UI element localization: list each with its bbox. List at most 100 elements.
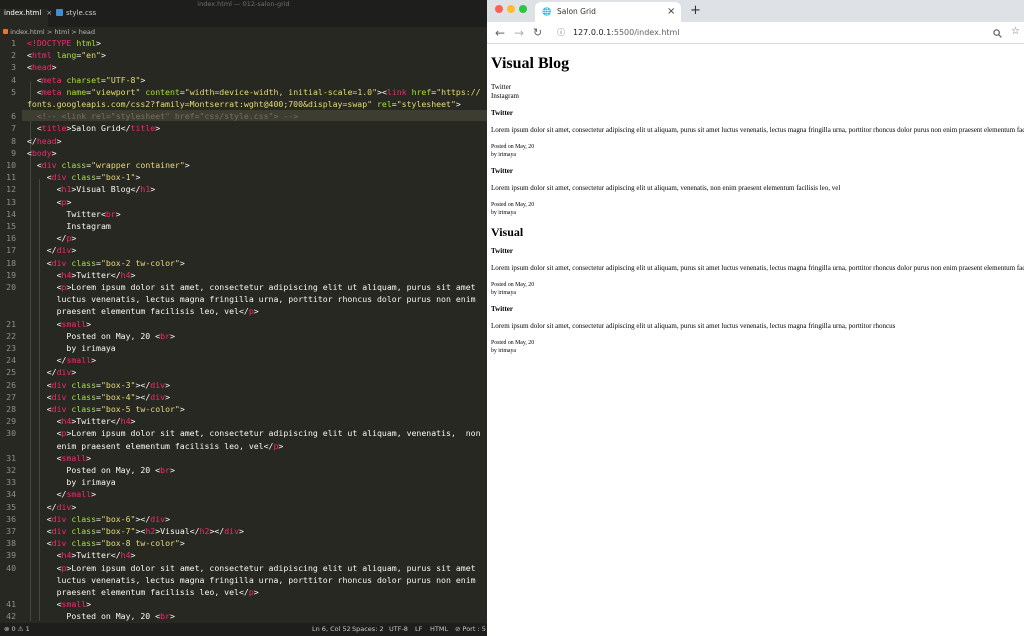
code-line[interactable]: enim praesent elementum facilisis leo, v… [27,441,284,451]
code-line[interactable]: <small> [27,453,92,463]
close-icon[interactable]: × [667,2,675,21]
code-line[interactable]: <html lang="en"> [27,50,106,60]
line-number: 11 [6,172,16,183]
code-line[interactable]: Posted on May, 20 <br> [27,331,174,341]
new-tab-button[interactable]: + [690,3,701,19]
code-line[interactable]: <!DOCTYPE html> [27,38,101,48]
code-line[interactable]: <h4>Twitter</h4> [27,416,136,426]
tab-style-css[interactable]: style.css [52,9,112,27]
social-links: Twitter Instagram [491,83,1024,101]
code-line[interactable]: <!-- <link rel="stylesheet" href="css/st… [27,111,298,121]
line-ending[interactable]: LF [415,623,422,636]
code-line[interactable]: <p>Lorem ipsum dolor sit amet, consectet… [27,282,476,292]
code-line[interactable]: by irimaya [27,343,115,353]
cursor-position[interactable]: Ln 6, Col 52 [312,623,351,636]
code-line[interactable]: by irimaya [27,477,115,487]
code-line[interactable]: <small> [27,599,92,609]
info-icon[interactable]: ⓘ [557,25,565,41]
post-meta: Posted on May, 20 by irimaya [491,281,1024,297]
code-line[interactable]: praesent elementum facilisis leo, vel</p… [27,587,259,597]
code-line[interactable]: <div class="wrapper container"> [27,160,190,170]
breadcrumb-file[interactable]: index.html [10,28,45,36]
maximize-window-button[interactable] [519,5,527,13]
breadcrumb-html[interactable]: html [54,28,69,36]
line-number: 7 [11,123,16,134]
code-line[interactable]: </div> [27,367,77,377]
code-line[interactable]: <div class="box-3"></div> [27,380,170,390]
line-number: 36 [6,513,16,524]
post-heading: Twitter [491,167,514,175]
code-line[interactable]: </p> [27,233,77,243]
browser-tab-strip: 🌐 Salon Grid × + [487,0,1024,22]
code-line[interactable]: <p>Lorem ipsum dolor sit amet, consectet… [27,428,481,438]
code-line[interactable]: <meta name="viewport" content="width=dev… [27,87,481,97]
code-line[interactable]: <div class="box-1"> [27,172,141,182]
code-line[interactable]: <h4>Twitter</h4> [27,270,136,280]
post-heading: Twitter [491,247,514,255]
line-number: 21 [6,318,16,329]
reload-icon[interactable]: ↻ [533,25,542,41]
code-line[interactable]: <div class="box-2 tw-color"> [27,258,185,268]
forward-icon[interactable]: → [514,25,524,41]
code-area[interactable]: 1 <!DOCTYPE html> 2 <html lang="en"> 3 <head>… [0,37,487,622]
back-icon[interactable]: ← [495,25,505,41]
problems-indicator[interactable]: ⊗ 0 ⚠ 1 [4,623,30,636]
code-line[interactable]: luctus venenatis, lectus magna fringilla… [27,575,476,585]
code-line[interactable]: </head> [27,136,62,146]
bookmark-star-icon[interactable]: ☆ [1011,24,1020,40]
web-page: Visual Blog Twitter Instagram Twitter Lore… [491,44,1024,355]
code-line[interactable]: <h1>Visual Blog</h1> [27,184,156,194]
tab-label: style.css [66,9,97,17]
window-title: index.html — 012-salon-grid [0,0,487,9]
code-line[interactable]: <title>Salon Grid</title> [27,123,160,133]
social-instagram: Instagram [491,92,519,100]
code-line[interactable]: <div class="box-8 tw-color"> [27,538,185,548]
toolbar: ← → ↻ ⓘ 127.0.0.1:5500/index.html ☆ [487,22,1024,44]
code-line[interactable]: <head> [27,62,57,72]
post-body: Lorem ipsum dolor sit amet, consectetur … [491,184,841,192]
line-number: 9 [11,147,16,158]
minimize-window-button[interactable] [507,5,515,13]
code-line[interactable]: Posted on May, 20 <br> [27,465,174,475]
post-meta: Posted on May, 20 by irimaya [491,201,1024,217]
indentation[interactable]: Spaces: 2 [352,623,384,636]
line-number: 2 [11,50,16,61]
code-line[interactable]: <small> [27,319,92,329]
code-line[interactable]: praesent elementum facilisis leo, vel</p… [27,306,259,316]
code-line[interactable]: <h4>Twitter</h4> [27,550,136,560]
line-number: 37 [6,526,16,536]
code-line[interactable]: Twitter<br> [27,209,120,219]
live-server-port[interactable]: ⊘ Port : 5 [455,623,486,636]
address-bar[interactable]: ⓘ 127.0.0.1:5500/index.html ☆ [553,25,1020,41]
code-line[interactable]: <div class="box-6"></div> [27,514,170,524]
code-line[interactable]: <p> [27,197,72,207]
encoding[interactable]: UTF-8 [389,623,408,636]
line-number: 1 [11,38,16,48]
code-line[interactable]: <div class="box-5 tw-color"> [27,404,185,414]
code-line[interactable]: luctus venenatis, lectus magna fringilla… [27,294,476,304]
code-line[interactable]: <div class="box-7"><h2>Visual</h2></div> [27,526,244,536]
post-author: by irimaya [491,290,516,296]
code-line[interactable]: </div> [27,245,77,255]
code-line[interactable]: Instagram [27,221,110,231]
search-icon[interactable] [993,29,1002,38]
tab-index-html[interactable]: index.html × [0,9,52,27]
code-line[interactable]: </small> [27,489,96,499]
code-line[interactable]: Posted on May, 20 <br> [27,611,174,621]
close-window-button[interactable] [495,5,503,13]
code-line[interactable]: <p>Lorem ipsum dolor sit amet, consectet… [27,563,476,573]
browser-tab[interactable]: 🌐 Salon Grid × [535,2,681,22]
css-file-icon [56,9,63,16]
code-line[interactable]: <body> [27,148,57,158]
post-heading: Twitter [491,305,514,313]
breadcrumb-head[interactable]: head [79,28,95,36]
line-number: 19 [6,269,16,280]
code-line[interactable]: </div> [27,502,77,512]
code-line[interactable]: <div class="box-4"></div> [27,392,170,402]
line-number: 8 [11,135,16,146]
language-mode[interactable]: HTML [430,623,448,636]
editor-tab-bar: index.html × style.css [0,9,487,27]
code-line[interactable]: fonts.googleapis.com/css2?family=Montser… [27,99,461,109]
code-line[interactable]: </small> [27,355,96,365]
code-line[interactable]: <meta charset="UTF-8"> [27,75,146,85]
